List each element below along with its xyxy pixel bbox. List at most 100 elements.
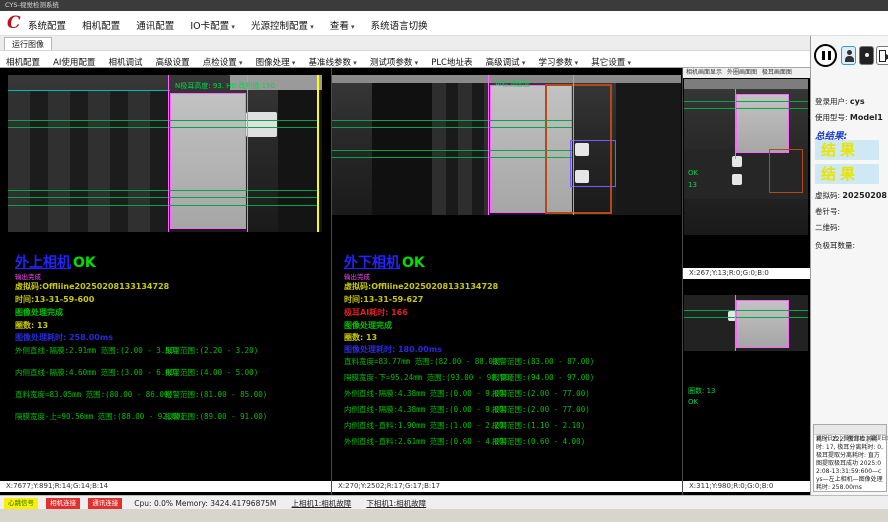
toolbar-item-test-params[interactable]: 测试项参数 [370,58,418,68]
alarm-range: 报警范围:(2.20 - 3.20) [165,345,258,356]
measurement-value: 隔膜宽度-下=95.24mm 范围:(93.00 - 98.00) [344,373,514,382]
measurement-row: 隔膜宽度-下=95.24mm 范围:(93.00 - 98.00) 报警范围:(… [344,372,674,383]
tab-highlight-blob [575,170,589,183]
pause-icon [822,51,825,60]
magenta-edge-line [168,75,169,232]
lower-camera-fault-status[interactable]: 下相机1:相机故障 [366,499,426,508]
toolbar-item-advanced-debug[interactable]: 高级调试 [486,58,526,68]
green-measure-line [8,190,318,191]
tab-highlight-blob [732,174,742,185]
toolbar: 相机配置 AI使用配置 相机调试 高级设置 点检设置 图像处理 基准线参数 测试… [0,50,810,68]
left-camera-image[interactable]: N极耳高度: 93. H0:改判值:150 [8,75,322,232]
status-bar: 心跳信号 相机连接 通讯连接 Cpu: 0.0% Memory: 3424.41… [0,495,888,509]
result-badge-1: 结果 [815,140,879,160]
log-box: 运行日志报警日志错误日志 耗时: 222, 极耳检测耗时: 17, 极耳分离耗时… [813,424,887,492]
aux-tab-outer-view[interactable]: 外圈画面图 [727,69,757,76]
machine-structure [432,83,490,215]
toolbar-item-image-processing[interactable]: 图像处理 [256,58,296,68]
aux-view-header: 相机画面显示 外圈画面图 极耳画面图 [683,68,810,78]
machine-dark-area [278,90,322,232]
toolbar-item-other-settings[interactable]: 其它设置 [591,58,631,68]
machine-structure [8,90,168,232]
menu-item-comm-config[interactable]: 通讯配置 [136,21,174,32]
tab-connector-blob [246,112,277,137]
measurement-value: 内侧直线-隔膜:4.38mm 范围:(0.00 - 9.00) [344,405,508,414]
negative-tab-count-field: 负极耳数量: [815,240,855,251]
green-measure-line [8,197,318,198]
measurement-value: 外侧直线-直料:2.61mm 范围:(0.60 - 4.00) [344,437,508,446]
model-value[interactable]: Model1 [850,113,883,122]
aux-top-pixel-coordinates: X:267;Y:13;R:0;G:0;B:0 [683,268,810,279]
cyan-reference-line [8,90,170,91]
tab-highlight-blob [575,143,589,156]
alarm-range: 报警范围:(83.00 - 87.00) [492,356,594,367]
magenta-edge-line [735,295,736,351]
menu-item-camera-config[interactable]: 相机配置 [82,21,120,32]
green-measure-line [332,150,572,151]
upper-camera-fault-status[interactable]: 上相机1:相机故障 [291,499,351,508]
toolbar-item-advanced-settings[interactable]: 高级设置 [156,58,190,68]
measurement-row: 隔膜宽度-上=90.56mm 范围:(88.00 - 92.00) 报警范围:(… [15,411,325,422]
middle-camera-name: 外下相机 [344,255,400,271]
exit-button[interactable] [876,46,888,65]
login-user-button[interactable] [841,46,856,65]
middle-pixel-coordinates: X:270;Y:2502;R:17;G:17;B:17 [332,481,682,492]
toolbar-item-plc-address[interactable]: PLC地址表 [431,58,472,68]
toolbar-item-spot-check[interactable]: 点检设置 [203,58,243,68]
toolbar-item-learning-params[interactable]: 学习参数 [538,58,578,68]
alarm-range: 报警范围:(89.00 - 91.00) [165,411,267,422]
green-measure-line [684,317,808,318]
menu-item-light-config[interactable]: 光源控制配置 [251,21,314,32]
magenta-edge-line [488,75,489,215]
login-user-label: 登录用户: [815,97,848,106]
menu-item-system-config[interactable]: 系统配置 [28,21,66,32]
log-text[interactable]: 耗时: 222, 极耳检测耗时: 17, 极耳分离耗时: 0, 极耳提取分离耗时… [814,435,886,493]
exit-door-icon [879,50,886,62]
app-window: CYS-视觉检测系统 系统配置 相机配置 通讯配置 IO卡配置 光源控制配置 查… [0,0,888,522]
login-user-field: 登录用户: cys [815,96,865,107]
measurement-row: 外侧直线-隔膜:4.38mm 范围:(0.00 - 9.00) 报警范围:(2.… [344,388,674,399]
green-measure-line [332,120,572,121]
left-pixel-coordinates: X:7677;Y:891;R:14;G:14;B:14 [0,481,331,492]
aux-bottom-camera-image[interactable]: 圈数: 13 OK [684,281,808,480]
magenta-edge-line [247,75,248,232]
tab-run-image[interactable]: 运行图像 [4,37,52,51]
cpu-memory-status: Cpu: 0.0% Memory: 3424.41796875M [134,499,276,508]
toolbar-item-ai-usage[interactable]: AI使用配置 [53,58,95,68]
machine-dark-area [616,83,681,215]
panel-divider [682,68,683,495]
measurement-row: 外侧直线-直料:2.61mm 范围:(0.60 - 4.00) 报警范围:(0.… [344,436,674,447]
menu-items: 系统配置 相机配置 通讯配置 IO卡配置 光源控制配置 查看 系统语言切换 [28,11,439,36]
middle-process-done: 图像处理完成 [344,320,392,331]
lock-screen-button[interactable] [859,46,874,65]
machine-bright-band [684,79,808,89]
measurement-row: 外侧直线-隔膜:2.91mm 范围:(2.00 - 3.50) 报警范围:(2.… [15,345,325,356]
middle-camera-status: OK [402,255,425,271]
menu-item-view[interactable]: 查看 [330,21,355,32]
measurement-value: 直料宽度=83.77mm 范围:(82.00 - 88.00) [344,357,502,366]
measurement-value: 内侧直线-直料:1.90mm 范围:(1.00 - 2.20) [344,421,508,430]
middle-camera-subtitle: 输出完成 [344,271,370,281]
magenta-edge-line [573,75,574,215]
heartbeat-status-badge: 心跳信号 [4,498,38,509]
pin-number-label: 卷针号: [815,207,840,216]
aux-top-camera-image[interactable]: OK 13 [684,79,808,235]
model-field: 使用型号: Model1 [815,112,883,123]
green-measure-line [8,127,318,128]
middle-camera-image[interactable]: AI检测画面 [332,75,681,215]
measurement-row: 直料宽度=83.77mm 范围:(82.00 - 88.00) 报警范围:(83… [344,356,674,367]
pin-number-field: 卷针号: [815,206,840,217]
toolbar-item-camera-debug[interactable]: 相机调试 [109,58,143,68]
middle-image-overlay-text: AI检测画面 [495,79,530,89]
result-badge-2: 结果 [815,164,879,184]
aux-tab-tab-view[interactable]: 极耳画面图 [762,69,792,76]
menu-item-io-config[interactable]: IO卡配置 [190,21,235,32]
menu-item-language-switch[interactable]: 系统语言切换 [371,21,428,32]
window-titlebar[interactable]: CYS-视觉检测系统 [0,0,888,11]
tab-strip: 运行图像 [0,36,888,50]
lock-icon [865,53,869,57]
qr-code-label: 二维码: [815,223,840,232]
pause-button[interactable] [814,44,837,67]
toolbar-item-camera-config[interactable]: 相机配置 [6,58,40,68]
toolbar-item-baseline-params[interactable]: 基准线参数 [308,58,356,68]
